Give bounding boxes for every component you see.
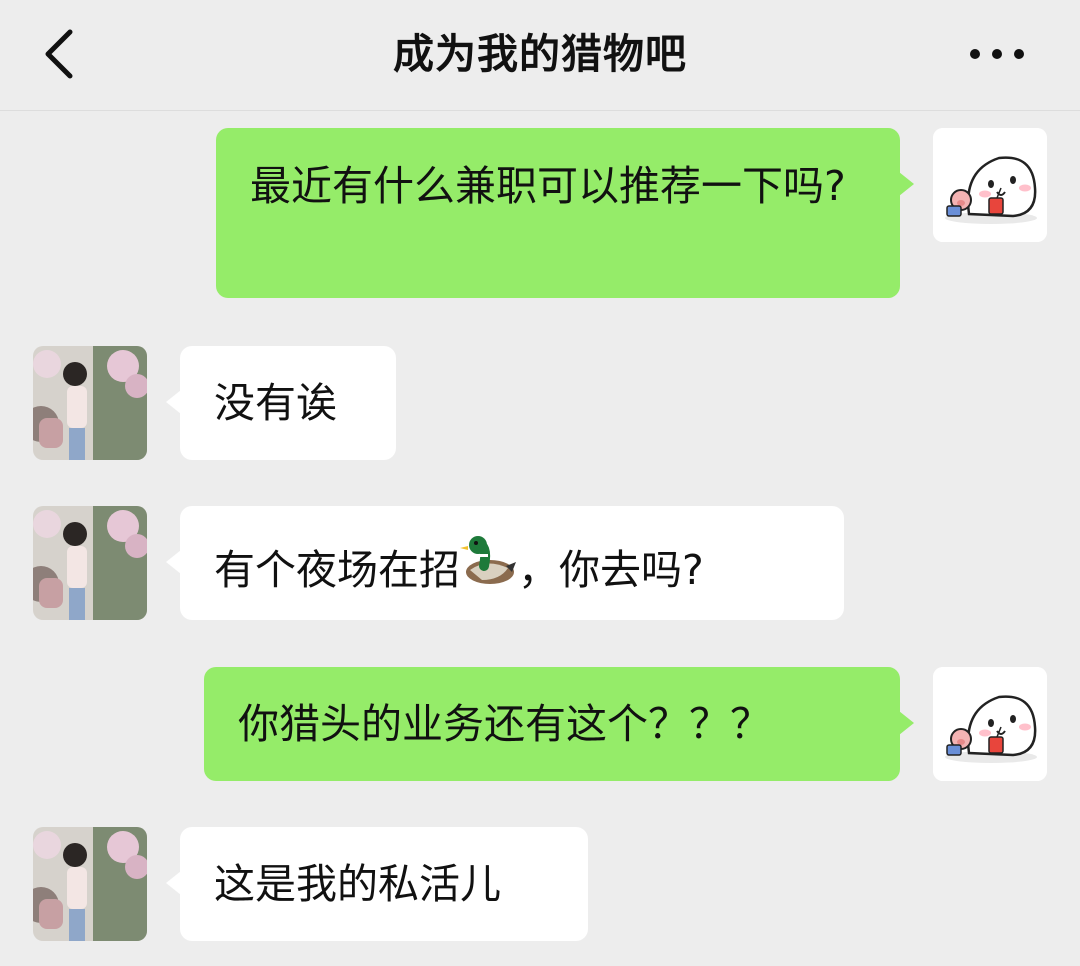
- message-text: 这是我的私活儿: [214, 860, 501, 908]
- duck-emoji-icon: [460, 536, 516, 584]
- message-text: 最近有什么兼职可以推荐一下吗?: [250, 162, 846, 210]
- chevron-left-icon: [45, 29, 73, 79]
- ellipsis-icon: [970, 49, 1024, 59]
- message-text: 有个夜场在招: [214, 546, 460, 594]
- incoming-message[interactable]: 有个夜场在招 ，你去吗?: [166, 506, 844, 620]
- message-text: 你猎头的业务还有这个？？？: [238, 700, 771, 748]
- woman-photo-avatar-image: [33, 346, 147, 460]
- incoming-message[interactable]: 没有诶: [166, 346, 396, 460]
- chat-title: 成为我的猎物吧: [393, 30, 687, 78]
- woman-photo-avatar-image: [33, 506, 147, 620]
- incoming-message[interactable]: 这是我的私活儿: [166, 827, 588, 941]
- more-button[interactable]: [962, 32, 1032, 76]
- contact-avatar[interactable]: [33, 346, 147, 460]
- contact-avatar[interactable]: [33, 827, 147, 941]
- my-avatar[interactable]: [933, 128, 1047, 242]
- outgoing-message[interactable]: 最近有什么兼职可以推荐一下吗?: [216, 128, 914, 298]
- outgoing-message[interactable]: 你猎头的业务还有这个？？？: [204, 667, 914, 781]
- cartoon-bun-avatar-image: [933, 128, 1047, 242]
- woman-photo-avatar-image: [33, 827, 147, 941]
- my-avatar[interactable]: [933, 667, 1047, 781]
- chat-header: 成为我的猎物吧: [0, 0, 1080, 111]
- message-text: ，你去吗?: [518, 546, 704, 594]
- contact-avatar[interactable]: [33, 506, 147, 620]
- cartoon-bun-avatar-image: [933, 667, 1047, 781]
- back-button[interactable]: [30, 22, 90, 86]
- message-text: 没有诶: [214, 379, 337, 427]
